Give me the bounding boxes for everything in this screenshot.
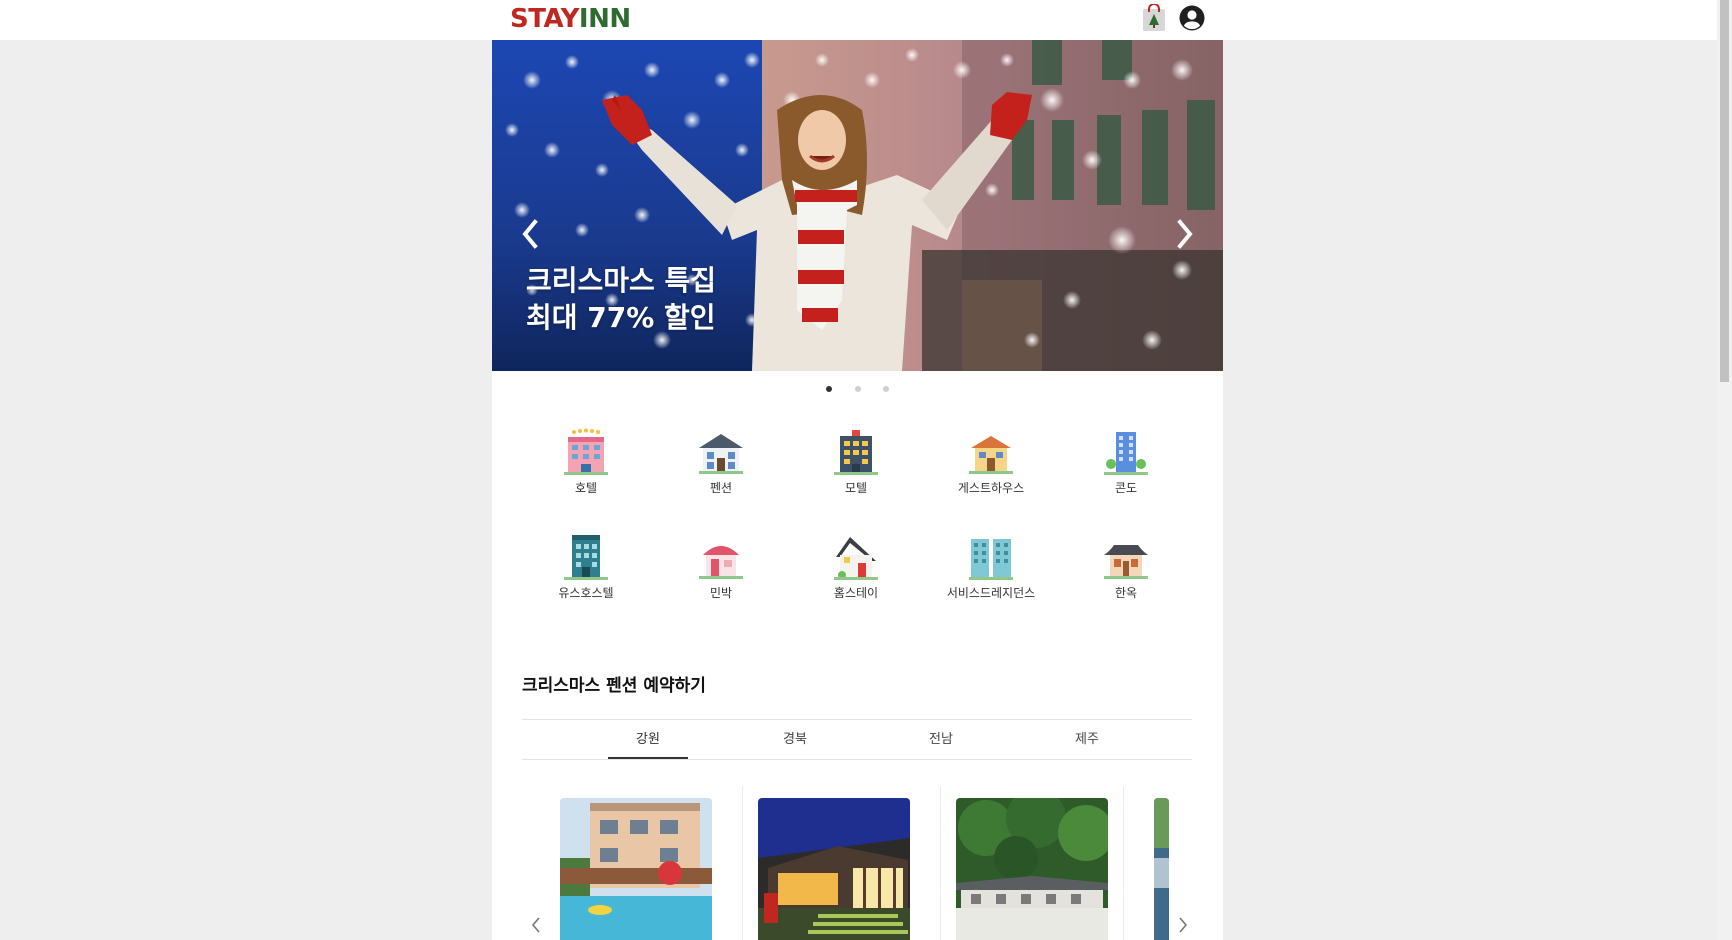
hanok-icon bbox=[1104, 545, 1148, 579]
condo-icon bbox=[1104, 432, 1148, 475]
pension-card-image-2[interactable] bbox=[758, 798, 910, 940]
hotel-icon bbox=[564, 428, 608, 475]
logo-text-stay: STAY bbox=[510, 4, 579, 34]
pension-card-image-1[interactable] bbox=[560, 798, 712, 940]
scrollbar-thumb[interactable] bbox=[1720, 0, 1729, 382]
tab-jeju[interactable]: 제주 bbox=[1047, 720, 1127, 759]
banner-prev-arrow-icon[interactable] bbox=[515, 214, 545, 254]
banner-pagination bbox=[492, 386, 1223, 396]
category-serviced-residence[interactable]: 서비스드레지던스 bbox=[931, 533, 1051, 601]
minbak-icon bbox=[699, 546, 743, 579]
pension-icon bbox=[699, 434, 743, 474]
user-account-icon[interactable] bbox=[1179, 5, 1205, 31]
pension-photo-night bbox=[758, 798, 910, 940]
category-label: 민박 bbox=[709, 586, 733, 600]
stayinn-logo[interactable]: STAYINN bbox=[510, 4, 631, 34]
banner-dot-2[interactable] bbox=[855, 386, 861, 392]
banner-caption-line2: 최대 77% 할인 bbox=[526, 301, 716, 334]
category-pension[interactable]: 펜션 bbox=[661, 428, 781, 496]
tab-gyeongbuk[interactable]: 경북 bbox=[755, 720, 835, 759]
pension-photo-forest bbox=[956, 798, 1108, 940]
card-divider bbox=[940, 786, 941, 940]
category-homestay[interactable]: 홈스테이 bbox=[796, 533, 916, 601]
category-hanok[interactable]: 한옥 bbox=[1066, 533, 1186, 601]
category-label: 펜션 bbox=[709, 481, 733, 495]
banner-dot-1[interactable] bbox=[826, 386, 832, 392]
homestay-icon bbox=[834, 537, 878, 580]
banner-caption: 크리스마스 특집 최대 77% 할인 bbox=[526, 262, 716, 336]
category-condo[interactable]: 콘도 bbox=[1066, 428, 1186, 496]
category-label: 호텔 bbox=[574, 481, 598, 495]
category-label: 콘도 bbox=[1114, 481, 1138, 495]
category-label: 한옥 bbox=[1114, 586, 1138, 600]
region-tabs: 강원 경북 전남 제주 bbox=[522, 719, 1192, 760]
category-label: 게스트하우스 bbox=[957, 481, 1025, 495]
shopping-bag-icon[interactable] bbox=[1141, 4, 1167, 32]
category-label: 홈스테이 bbox=[833, 586, 879, 600]
promo-banner[interactable]: 크리스마스 특집 최대 77% 할인 bbox=[492, 40, 1223, 371]
card-divider bbox=[1123, 786, 1124, 940]
category-minbak[interactable]: 민박 bbox=[661, 533, 781, 601]
serviced-residence-icon bbox=[969, 539, 1013, 580]
pension-photo-partial bbox=[1154, 798, 1169, 940]
motel-icon bbox=[834, 430, 878, 475]
page-scrollbar[interactable] bbox=[1717, 0, 1732, 940]
pension-photo-pool bbox=[560, 798, 712, 940]
banner-dot-3[interactable] bbox=[883, 386, 889, 392]
banner-next-arrow-icon[interactable] bbox=[1170, 214, 1200, 254]
banner-caption-line1: 크리스마스 특집 bbox=[526, 264, 717, 297]
tab-jeonnam[interactable]: 전남 bbox=[901, 720, 981, 759]
youth-hostel-icon bbox=[564, 535, 608, 580]
category-motel[interactable]: 모텔 bbox=[796, 428, 916, 496]
card-divider bbox=[742, 786, 743, 940]
section-title: 크리스마스 펜션 예약하기 bbox=[522, 676, 706, 696]
cards-prev-arrow-icon[interactable] bbox=[528, 914, 544, 936]
category-label: 모텔 bbox=[844, 481, 868, 495]
category-label: 유스호스텔 bbox=[558, 586, 614, 600]
cards-next-arrow-icon[interactable] bbox=[1175, 914, 1191, 936]
guesthouse-icon bbox=[969, 436, 1013, 474]
logo-text-inn: INN bbox=[578, 4, 631, 34]
category-label: 서비스드레지던스 bbox=[946, 586, 1036, 600]
category-youth-hostel[interactable]: 유스호스텔 bbox=[526, 533, 646, 601]
top-header: STAYINN bbox=[0, 0, 1717, 40]
pension-card-image-4[interactable] bbox=[1154, 798, 1169, 940]
tab-gangwon[interactable]: 강원 bbox=[608, 720, 688, 759]
pension-card-image-3[interactable] bbox=[956, 798, 1108, 940]
category-guesthouse[interactable]: 게스트하우스 bbox=[931, 428, 1051, 496]
main-content: 크리스마스 특집 최대 77% 할인 호텔 펜션 모텔 게스트하우스 콘도 유스… bbox=[492, 40, 1223, 940]
category-hotel[interactable]: 호텔 bbox=[526, 428, 646, 496]
